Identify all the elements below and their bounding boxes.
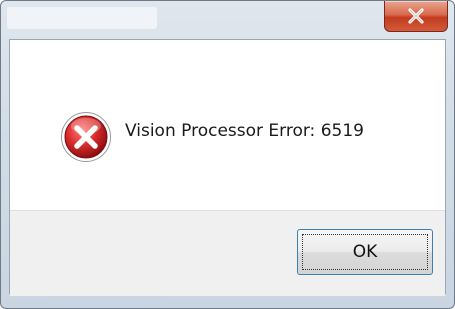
close-button[interactable] [384,1,448,32]
close-icon [407,8,425,24]
message-area: Vision Processor Error: 6519 [10,40,445,210]
button-area: OK [10,210,445,296]
error-icon [60,111,112,163]
title-bar-glass [7,7,157,29]
error-dialog: Vision Processor Error: 6519 OK [0,0,455,309]
title-bar[interactable] [1,1,454,39]
error-message: Vision Processor Error: 6519 [125,121,364,141]
ok-button-label: OK [352,242,378,262]
background-window-edge [51,300,161,306]
dialog-client-area: Vision Processor Error: 6519 OK [9,39,446,296]
ok-button[interactable]: OK [297,229,433,275]
